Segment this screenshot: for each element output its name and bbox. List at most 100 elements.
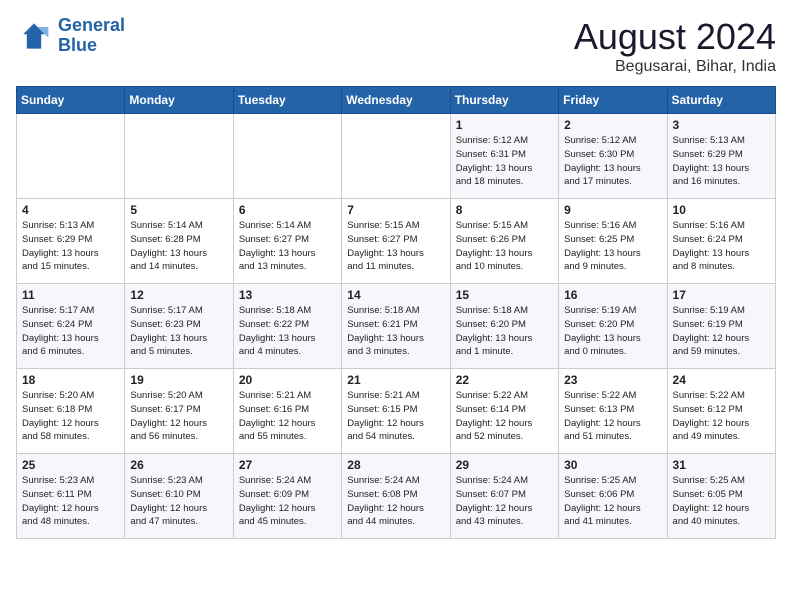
weekday-header: Saturday (667, 87, 775, 114)
calendar-cell: 4Sunrise: 5:13 AM Sunset: 6:29 PM Daylig… (17, 199, 125, 284)
month-title: August 2024 (574, 16, 776, 58)
weekday-header: Monday (125, 87, 233, 114)
location: Begusarai, Bihar, India (574, 58, 776, 76)
calendar-cell: 21 Sunrise: 5:21 AM Sunset: 6:15 PM Dayli… (342, 369, 450, 454)
calendar-week-row: 1 Sunrise: 5:12 AM Sunset: 6:31 PM Daylig… (17, 114, 776, 199)
calendar-cell (342, 114, 450, 199)
calendar-cell: 9Sunrise: 5:16 AM Sunset: 6:25 PM Daylig… (559, 199, 667, 284)
day-info: Sunrise: 5:23 AM Sunset: 6:11 PM Dayligh… (22, 474, 119, 529)
weekday-header: Tuesday (233, 87, 341, 114)
day-info: Sunrise: 5:23 AM Sunset: 6:10 PM Dayligh… (130, 474, 227, 529)
day-number: 19 (130, 373, 227, 387)
day-number: 25 (22, 458, 119, 472)
calendar-cell (233, 114, 341, 199)
calendar-week-row: 18 Sunrise: 5:20 AM Sunset: 6:18 PM Dayli… (17, 369, 776, 454)
weekday-header: Friday (559, 87, 667, 114)
logo-icon (16, 18, 52, 54)
calendar-cell: 25 Sunrise: 5:23 AM Sunset: 6:11 PM Dayli… (17, 454, 125, 539)
calendar-cell: 27Sunrise: 5:24 AM Sunset: 6:09 PM Dayli… (233, 454, 341, 539)
day-info: Sunrise: 5:19 AM Sunset: 6:19 PM Dayligh… (673, 304, 770, 359)
day-info: Sunrise: 5:21 AM Sunset: 6:16 PM Dayligh… (239, 389, 336, 444)
calendar-week-row: 4Sunrise: 5:13 AM Sunset: 6:29 PM Daylig… (17, 199, 776, 284)
calendar-cell: 7 Sunrise: 5:15 AM Sunset: 6:27 PM Daylig… (342, 199, 450, 284)
day-info: Sunrise: 5:18 AM Sunset: 6:22 PM Dayligh… (239, 304, 336, 359)
calendar-cell (17, 114, 125, 199)
day-number: 20 (239, 373, 336, 387)
day-number: 30 (564, 458, 661, 472)
weekday-header-row: SundayMondayTuesdayWednesdayThursdayFrid… (17, 87, 776, 114)
day-info: Sunrise: 5:16 AM Sunset: 6:24 PM Dayligh… (673, 219, 770, 274)
day-number: 22 (456, 373, 553, 387)
day-info: Sunrise: 5:15 AM Sunset: 6:27 PM Dayligh… (347, 219, 444, 274)
calendar-cell: 19 Sunrise: 5:20 AM Sunset: 6:17 PM Dayli… (125, 369, 233, 454)
day-number: 16 (564, 288, 661, 302)
weekday-header: Thursday (450, 87, 558, 114)
calendar-cell: 23Sunrise: 5:22 AM Sunset: 6:13 PM Dayli… (559, 369, 667, 454)
day-number: 21 (347, 373, 444, 387)
calendar-cell: 2 Sunrise: 5:12 AM Sunset: 6:30 PM Daylig… (559, 114, 667, 199)
day-number: 13 (239, 288, 336, 302)
calendar-cell: 20 Sunrise: 5:21 AM Sunset: 6:16 PM Dayli… (233, 369, 341, 454)
calendar-cell: 10 Sunrise: 5:16 AM Sunset: 6:24 PM Dayli… (667, 199, 775, 284)
calendar-cell: 12 Sunrise: 5:17 AM Sunset: 6:23 PM Dayli… (125, 284, 233, 369)
day-info: Sunrise: 5:22 AM Sunset: 6:14 PM Dayligh… (456, 389, 553, 444)
day-info: Sunrise: 5:18 AM Sunset: 6:21 PM Dayligh… (347, 304, 444, 359)
day-info: Sunrise: 5:16 AM Sunset: 6:25 PM Dayligh… (564, 219, 661, 274)
day-number: 12 (130, 288, 227, 302)
day-info: Sunrise: 5:25 AM Sunset: 6:05 PM Dayligh… (673, 474, 770, 529)
calendar-cell: 14 Sunrise: 5:18 AM Sunset: 6:21 PM Dayli… (342, 284, 450, 369)
day-info: Sunrise: 5:21 AM Sunset: 6:15 PM Dayligh… (347, 389, 444, 444)
logo: General Blue (16, 16, 125, 56)
day-number: 26 (130, 458, 227, 472)
title-block: August 2024 Begusarai, Bihar, India (574, 16, 776, 76)
calendar-cell: 31 Sunrise: 5:25 AM Sunset: 6:05 PM Dayli… (667, 454, 775, 539)
day-info: Sunrise: 5:24 AM Sunset: 6:08 PM Dayligh… (347, 474, 444, 529)
calendar-cell: 3Sunrise: 5:13 AM Sunset: 6:29 PM Daylig… (667, 114, 775, 199)
calendar-cell: 8Sunrise: 5:15 AM Sunset: 6:26 PM Daylig… (450, 199, 558, 284)
calendar-week-row: 25 Sunrise: 5:23 AM Sunset: 6:11 PM Dayli… (17, 454, 776, 539)
day-number: 23 (564, 373, 661, 387)
day-info: Sunrise: 5:24 AM Sunset: 6:07 PM Dayligh… (456, 474, 553, 529)
day-number: 10 (673, 203, 770, 217)
calendar-cell: 6Sunrise: 5:14 AM Sunset: 6:27 PM Daylig… (233, 199, 341, 284)
day-number: 7 (347, 203, 444, 217)
calendar-cell: 26 Sunrise: 5:23 AM Sunset: 6:10 PM Dayli… (125, 454, 233, 539)
day-number: 14 (347, 288, 444, 302)
day-info: Sunrise: 5:17 AM Sunset: 6:23 PM Dayligh… (130, 304, 227, 359)
day-info: Sunrise: 5:20 AM Sunset: 6:17 PM Dayligh… (130, 389, 227, 444)
calendar-cell (125, 114, 233, 199)
day-number: 18 (22, 373, 119, 387)
day-info: Sunrise: 5:20 AM Sunset: 6:18 PM Dayligh… (22, 389, 119, 444)
calendar-cell: 24Sunrise: 5:22 AM Sunset: 6:12 PM Dayli… (667, 369, 775, 454)
calendar-cell: 1 Sunrise: 5:12 AM Sunset: 6:31 PM Daylig… (450, 114, 558, 199)
day-number: 31 (673, 458, 770, 472)
day-number: 17 (673, 288, 770, 302)
day-number: 27 (239, 458, 336, 472)
day-info: Sunrise: 5:12 AM Sunset: 6:31 PM Dayligh… (456, 134, 553, 189)
calendar-week-row: 11Sunrise: 5:17 AM Sunset: 6:24 PM Dayli… (17, 284, 776, 369)
day-number: 29 (456, 458, 553, 472)
day-number: 5 (130, 203, 227, 217)
weekday-header: Wednesday (342, 87, 450, 114)
day-number: 4 (22, 203, 119, 217)
logo-line1: General (58, 15, 125, 35)
calendar-cell: 29 Sunrise: 5:24 AM Sunset: 6:07 PM Dayli… (450, 454, 558, 539)
day-info: Sunrise: 5:18 AM Sunset: 6:20 PM Dayligh… (456, 304, 553, 359)
calendar-cell: 18 Sunrise: 5:20 AM Sunset: 6:18 PM Dayli… (17, 369, 125, 454)
day-number: 1 (456, 118, 553, 132)
calendar-table: SundayMondayTuesdayWednesdayThursdayFrid… (16, 86, 776, 539)
logo-text: General Blue (58, 16, 125, 56)
day-info: Sunrise: 5:14 AM Sunset: 6:27 PM Dayligh… (239, 219, 336, 274)
calendar-cell: 28 Sunrise: 5:24 AM Sunset: 6:08 PM Dayli… (342, 454, 450, 539)
calendar-cell: 5Sunrise: 5:14 AM Sunset: 6:28 PM Daylig… (125, 199, 233, 284)
day-number: 3 (673, 118, 770, 132)
weekday-header: Sunday (17, 87, 125, 114)
day-info: Sunrise: 5:25 AM Sunset: 6:06 PM Dayligh… (564, 474, 661, 529)
day-number: 8 (456, 203, 553, 217)
logo-line2: Blue (58, 35, 97, 55)
day-number: 2 (564, 118, 661, 132)
day-info: Sunrise: 5:12 AM Sunset: 6:30 PM Dayligh… (564, 134, 661, 189)
day-number: 28 (347, 458, 444, 472)
day-number: 24 (673, 373, 770, 387)
calendar-cell: 16Sunrise: 5:19 AM Sunset: 6:20 PM Dayli… (559, 284, 667, 369)
